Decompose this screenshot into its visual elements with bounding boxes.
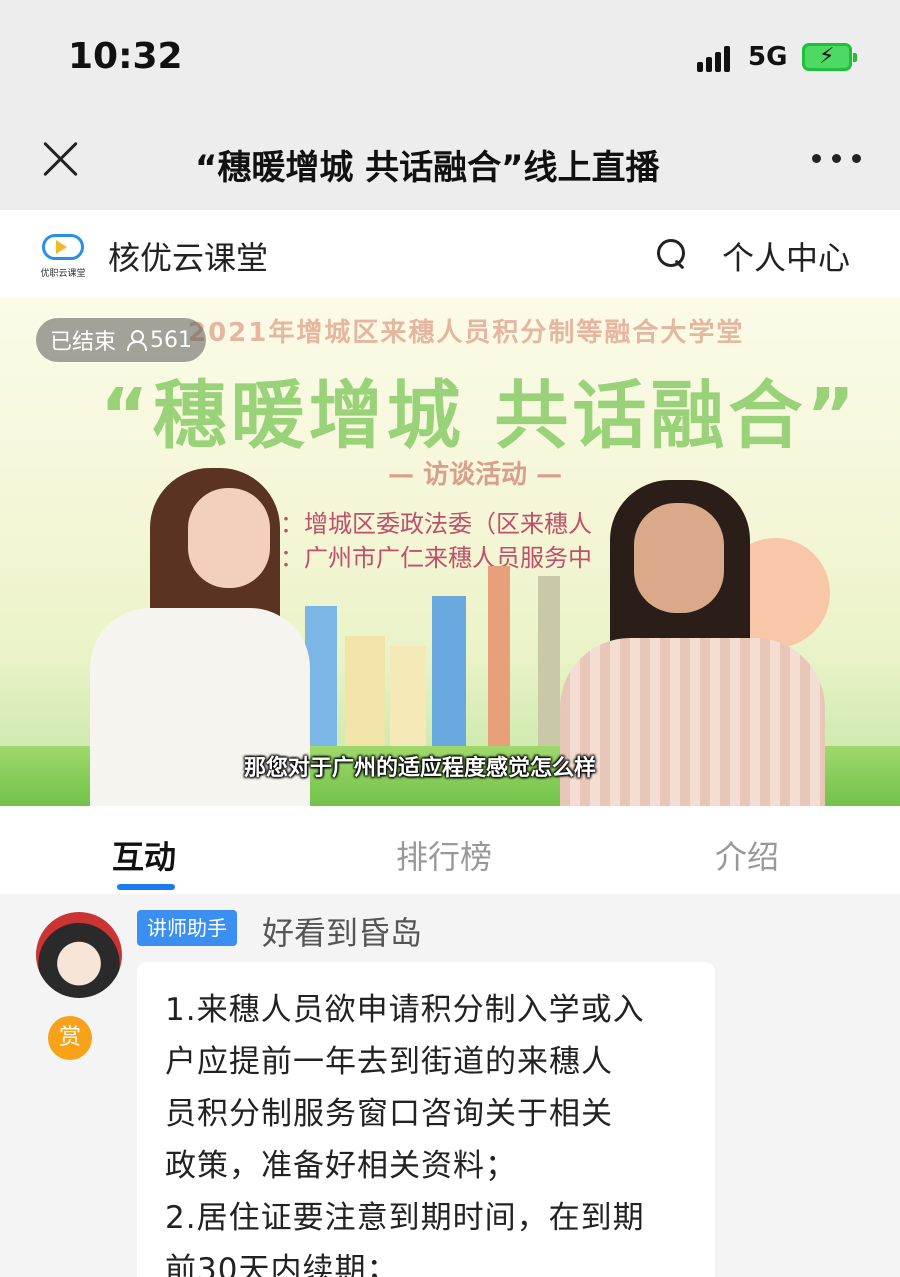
live-status-badge: 已结束 561 xyxy=(36,318,207,362)
live-status-label: 已结束 xyxy=(50,330,117,355)
status-time: 10:32 xyxy=(68,36,183,77)
message-line: 政策，准备好相关资料； xyxy=(165,1148,517,1184)
backdrop-pagoda xyxy=(488,566,510,756)
play-icon xyxy=(56,240,67,254)
backdrop-pagoda xyxy=(538,576,560,756)
banner-organizer-2: ：广州市广仁来穗人员服务中 xyxy=(280,544,592,572)
banner-line-3: — 访谈活动 — xyxy=(388,460,563,490)
video-player[interactable]: 2021年增城区来穗人员积分制等融合大学堂 “穗暖增城 共话融合” — 访谈活动… xyxy=(0,298,900,806)
close-icon[interactable] xyxy=(40,138,82,180)
banner-line-1: 2021年增城区来穗人员积分制等融合大学堂 xyxy=(188,318,745,348)
tab-ranking[interactable]: 排行榜 xyxy=(396,832,492,878)
banner-line-2: “穗暖增城 共话融合” xyxy=(100,373,860,459)
backdrop-building xyxy=(390,646,426,756)
message-line: 员积分制服务窗口咨询关于相关 xyxy=(165,1096,613,1132)
network-type: 5G xyxy=(748,42,788,72)
backdrop-building xyxy=(345,636,385,756)
message-line: 2.居住证要注意到期时间，在到期 xyxy=(165,1200,645,1236)
battery-charging-icon: ⚡ xyxy=(802,43,857,71)
tab-bar: 互动 排行榜 介绍 xyxy=(0,806,900,894)
status-bar: 10:32 5G ⚡ xyxy=(0,0,900,110)
host-face xyxy=(188,488,270,588)
signal-icon xyxy=(697,44,737,72)
app-name: 核优云课堂 xyxy=(108,239,269,277)
backdrop-building xyxy=(432,596,466,756)
role-badge: 讲师助手 xyxy=(137,910,237,946)
app-logo-text: 优职云课堂 xyxy=(40,269,86,279)
app-header: 优职云课堂 核优云课堂 个人中心 xyxy=(0,210,900,298)
message-username: 好看到昏岛 xyxy=(262,914,423,952)
active-tab-indicator xyxy=(117,884,175,890)
avatar[interactable] xyxy=(36,912,122,998)
viewer-count: 561 xyxy=(126,328,192,353)
message-line: 1.来穗人员欲申请积分制入学或入 xyxy=(165,992,645,1028)
viewer-icon xyxy=(126,330,148,351)
tab-introduction[interactable]: 介绍 xyxy=(715,832,779,878)
chat-list[interactable]: 赏 讲师助手 好看到昏岛 1.来穗人员欲申请积分制入学或入 户应提前一年去到街道… xyxy=(0,894,900,1277)
video-subtitle: 那您对于广州的适应程度感觉怎么样 xyxy=(244,756,597,781)
message-line: 户应提前一年去到街道的来穗人 xyxy=(165,1044,613,1080)
page-title: “穗暖增城 共话融合”线上直播 xyxy=(195,148,660,184)
message-line: 前30天内续期； xyxy=(165,1252,399,1277)
guest-face xyxy=(634,503,724,613)
viewer-count-value: 561 xyxy=(150,327,193,353)
tab-interaction[interactable]: 互动 xyxy=(112,832,176,878)
personal-center-link[interactable]: 个人中心 xyxy=(722,233,850,279)
more-icon[interactable] xyxy=(812,154,862,164)
navigation-bar: “穗暖增城 共话融合”线上直播 xyxy=(0,110,900,210)
search-icon[interactable] xyxy=(655,237,689,271)
app-logo[interactable]: 优职云课堂 xyxy=(36,232,90,284)
reward-button[interactable]: 赏 xyxy=(48,1016,92,1060)
message-bubble[interactable]: 1.来穗人员欲申请积分制入学或入 户应提前一年去到街道的来穗人 员积分制服务窗口… xyxy=(137,962,715,1277)
guest-body xyxy=(560,638,825,806)
